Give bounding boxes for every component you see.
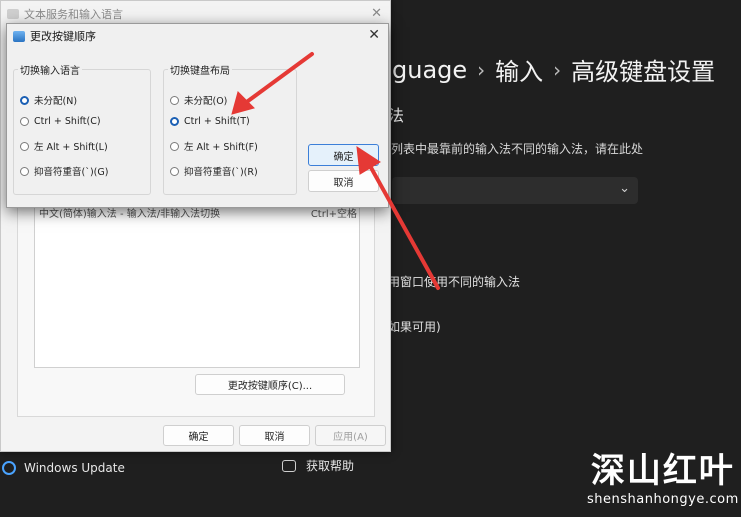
apply-button[interactable]: 应用(A) (315, 425, 386, 446)
change-key-sequence-dialog: 更改按键顺序 ✕ 切换输入语言 未分配(N) Ctrl + Shift(C) 左… (6, 23, 389, 208)
help-chat-icon (282, 459, 296, 472)
radio-label: 未分配(N) (34, 96, 78, 107)
radio-layout-unassigned[interactable]: 未分配(O) (170, 93, 227, 107)
radio-label: 左 Alt + Shift(L) (34, 142, 108, 153)
input-method-dropdown[interactable]: ⌄ (392, 177, 638, 204)
radio-label: 左 Alt + Shift(F) (184, 142, 258, 153)
section-description: 列表中最靠前的输入法不同的输入法，请在此处 (391, 142, 644, 156)
dialog-title: 文本服务和输入语言 (24, 8, 123, 21)
keyboard-icon (7, 9, 19, 19)
page-title: 高级键盘设置 (571, 58, 716, 86)
dialog-titlebar: 更改按键顺序 (7, 24, 388, 48)
change-key-sequence-button[interactable]: 更改按键顺序(C)... (195, 374, 345, 395)
radio-lang-unassigned[interactable]: 未分配(N) (20, 93, 77, 107)
option-if-available[interactable]: 如果可用) (388, 318, 441, 335)
get-help-label: 获取帮助 (306, 459, 355, 473)
radio-icon (170, 141, 179, 151)
radio-icon (170, 95, 179, 105)
windows-update-label: Windows Update (24, 461, 125, 475)
get-help-link[interactable]: 获取帮助 (282, 457, 354, 474)
chevron-right-icon: › (477, 57, 486, 82)
hotkeys-panel: 中文(简体)输入法 - 输入法/非输入法切换 Ctrl+空格 更改按键顺序(C)… (17, 181, 375, 417)
group-title: 切换输入语言 (18, 62, 82, 77)
watermark-title: 深山红叶 (590, 451, 735, 491)
radio-lang-ctrl-shift[interactable]: Ctrl + Shift(C) (20, 116, 101, 127)
radio-label: 未分配(O) (184, 96, 228, 107)
radio-label: Ctrl + Shift(T) (184, 116, 250, 127)
radio-label: 抑音符重音(`)(R) (184, 167, 258, 178)
hotkey-list[interactable]: 中文(简体)输入法 - 输入法/非输入法切换 Ctrl+空格 (34, 202, 360, 368)
radio-label: 抑音符重音(`)(G) (34, 167, 109, 178)
radio-layout-left-alt-shift[interactable]: 左 Alt + Shift(F) (170, 139, 258, 153)
switch-input-language-group: 切换输入语言 未分配(N) Ctrl + Shift(C) 左 Alt + Sh… (13, 62, 151, 195)
radio-icon (20, 117, 29, 126)
breadcrumb-item-language[interactable]: guage (392, 56, 467, 84)
keyboard-icon (13, 30, 25, 42)
watermark-url: shenshanhongye.com (587, 492, 739, 507)
radio-label: Ctrl + Shift(C) (34, 116, 101, 127)
ok-button[interactable]: 确定 (163, 425, 234, 446)
windows-update-link[interactable]: Windows Update (2, 461, 125, 475)
watermark: 深山红叶 shenshanhongye.com (587, 452, 739, 507)
breadcrumb: guage › 输入 › 高级键盘设置 (392, 52, 715, 87)
radio-selected-icon (20, 95, 29, 105)
chevron-right-icon: › (553, 57, 562, 82)
close-icon[interactable]: ✕ (371, 6, 382, 21)
ok-button[interactable]: 确定 (308, 144, 379, 166)
dialog-title: 更改按键顺序 (30, 30, 96, 43)
breadcrumb-item-input[interactable]: 输入 (495, 52, 543, 87)
radio-icon (170, 166, 179, 176)
radio-lang-left-alt-shift[interactable]: 左 Alt + Shift(L) (20, 139, 108, 153)
radio-icon (20, 141, 29, 151)
radio-lang-grave-accent[interactable]: 抑音符重音(`)(G) (20, 164, 108, 178)
radio-selected-icon (170, 117, 179, 126)
switch-keyboard-layout-group: 切换键盘布局 未分配(O) Ctrl + Shift(T) 左 Alt + Sh… (163, 62, 297, 195)
radio-icon (20, 166, 29, 176)
windows-update-icon (2, 461, 16, 475)
cancel-button[interactable]: 取消 (308, 170, 379, 192)
group-title: 切换键盘布局 (168, 62, 232, 77)
radio-layout-grave-accent[interactable]: 抑音符重音(`)(R) (170, 164, 258, 178)
radio-layout-ctrl-shift[interactable]: Ctrl + Shift(T) (170, 116, 250, 127)
cancel-button[interactable]: 取消 (239, 425, 310, 446)
close-icon[interactable]: ✕ (368, 27, 380, 43)
per-app-input-method-option[interactable]: 用窗口使用不同的输入法 (388, 273, 520, 290)
chevron-down-icon: ⌄ (619, 181, 630, 196)
